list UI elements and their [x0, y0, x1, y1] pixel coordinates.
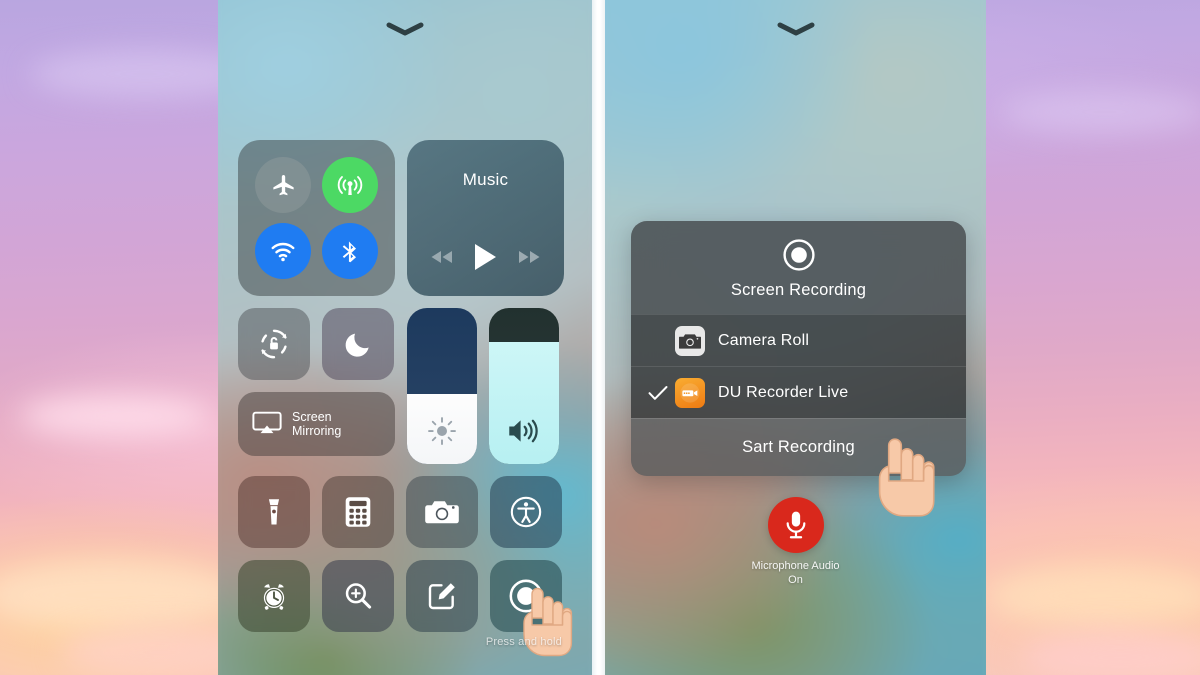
rotation-lock-icon [261, 329, 287, 359]
microphone-icon [786, 511, 805, 539]
alarm-clock-icon [263, 584, 285, 610]
cloud-wisp [985, 565, 1200, 627]
screen-mirroring-line1: Screen [292, 410, 332, 424]
sun-icon [428, 417, 456, 445]
dialog-title: Screen Recording [730, 281, 867, 299]
fast-forward-icon[interactable] [517, 249, 541, 265]
volume-icon-holder [489, 416, 559, 446]
checkmark-slot [641, 385, 675, 401]
music-controls [430, 242, 541, 272]
microphone-label-line1: Microphone Audio [751, 560, 840, 572]
screen-mirroring-label: Screen Mirroring [292, 410, 341, 438]
screen-mirroring-line2: Mirroring [292, 424, 342, 438]
cellular-icon [337, 176, 362, 195]
timer-tile[interactable] [238, 560, 310, 632]
panel-divider [592, 0, 605, 675]
left-phone-screenshot: Music Screen Mirroring Press and hold [218, 0, 592, 675]
note-pencil-icon [428, 583, 455, 610]
cloud-wisp [1000, 90, 1200, 134]
checkmark-icon [648, 385, 668, 400]
cc-left-column: Screen Mirroring [238, 308, 395, 456]
destination-row-camera-roll[interactable]: Camera Roll [631, 314, 966, 366]
do-not-disturb-tile[interactable] [322, 308, 394, 380]
magnifier-plus-icon [345, 583, 372, 609]
cc-shortcuts-row-2: Press and hold [238, 560, 573, 657]
speaker-icon [509, 419, 538, 443]
screenshot-root: Music Screen Mirroring Press and hold Sc… [0, 0, 1200, 675]
right-phone-screenshot: Screen Recording Camera Roll DU Recorder… [605, 0, 986, 675]
destination-label: Camera Roll [718, 331, 810, 349]
airplane-icon [273, 174, 294, 195]
screen-recording-tile[interactable] [490, 560, 573, 657]
brightness-slider[interactable] [407, 308, 477, 464]
screen-recording-header: Screen Recording [631, 221, 966, 314]
brightness-icon-holder [407, 416, 477, 446]
accessibility-tile[interactable] [490, 476, 562, 548]
airplane-mode-toggle[interactable] [255, 157, 312, 213]
cc-row-middle: Screen Mirroring [238, 308, 572, 464]
press-and-hold-hint: Press and hold [485, 636, 562, 648]
accessibility-icon [510, 496, 542, 528]
cc-toggle-pair [238, 308, 395, 380]
connectivity-module[interactable] [238, 140, 395, 296]
cc-row-top: Music [238, 140, 572, 296]
start-recording-button[interactable]: Sart Recording [631, 418, 966, 476]
destination-label: DU Recorder Live [718, 383, 849, 401]
cellular-data-toggle[interactable] [321, 157, 378, 213]
rotation-lock-tile[interactable] [238, 308, 310, 380]
microphone-toggle-button[interactable] [767, 497, 824, 553]
record-circle-icon [782, 239, 815, 271]
flashlight-icon [268, 499, 280, 525]
moon-icon [345, 333, 369, 357]
chevron-down-icon[interactable] [777, 22, 815, 36]
cloud-wisp [0, 560, 240, 630]
cc-shortcuts-row-1 [238, 476, 572, 548]
bluetooth-icon [343, 240, 357, 262]
magnifier-tile[interactable] [322, 560, 394, 632]
cloud-wisp [20, 395, 210, 437]
chevron-down-icon[interactable] [386, 22, 424, 36]
record-circle-icon [509, 579, 543, 613]
play-icon[interactable] [472, 242, 499, 272]
music-widget[interactable]: Music [407, 140, 564, 296]
cloud-wisp [1020, 630, 1200, 675]
calculator-tile[interactable] [322, 476, 394, 548]
microphone-audio-block: Microphone Audio On [605, 497, 986, 587]
camera-glyph-icon [679, 333, 701, 349]
screen-mirroring-tile[interactable]: Screen Mirroring [238, 392, 395, 456]
music-title: Music [462, 170, 509, 189]
control-center-grid: Music Screen Mirroring Press and hold [238, 140, 573, 657]
rewind-icon[interactable] [430, 249, 454, 265]
du-recorder-icon [675, 377, 705, 408]
airplay-icon [252, 411, 282, 434]
screen-recording-dialog: Screen Recording Camera Roll DU Recorder… [631, 221, 966, 476]
calculator-icon [345, 497, 371, 527]
microphone-label-line2: On [788, 574, 803, 586]
wifi-toggle[interactable] [255, 223, 312, 279]
volume-slider[interactable] [489, 308, 559, 464]
camera-roll-icon [675, 325, 705, 356]
du-recorder-glyph-icon [680, 382, 700, 403]
wifi-icon [271, 242, 295, 262]
microphone-audio-label: Microphone Audio On [751, 559, 839, 587]
camera-icon [425, 501, 459, 524]
notes-tile[interactable] [406, 560, 478, 632]
camera-tile[interactable] [406, 476, 478, 548]
flashlight-tile[interactable] [238, 476, 310, 548]
bluetooth-toggle[interactable] [321, 223, 378, 279]
destination-row-du-recorder-live[interactable]: DU Recorder Live [631, 366, 966, 418]
